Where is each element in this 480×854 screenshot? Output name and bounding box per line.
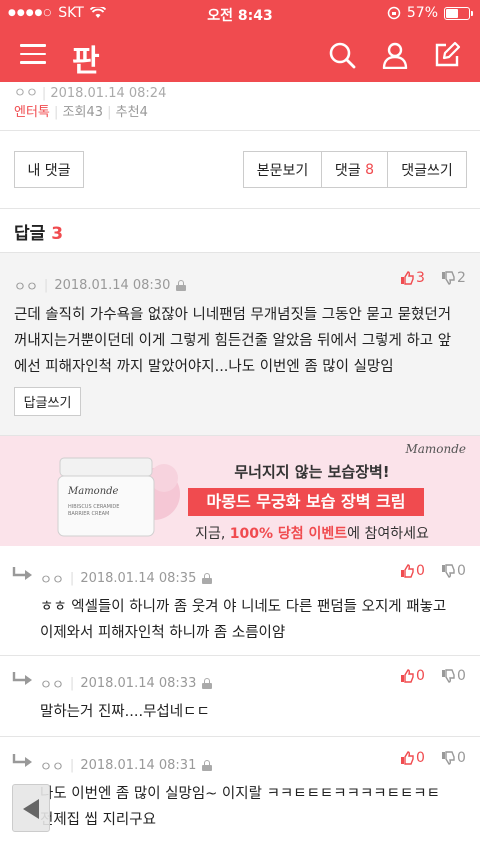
upvote-button[interactable]: 0 bbox=[400, 668, 425, 684]
downvote-button[interactable]: 2 bbox=[441, 270, 466, 286]
my-comments-button[interactable]: 내 댓글 bbox=[14, 151, 84, 188]
ad-line-1: 무너지지 않는 보습장벽! bbox=[234, 463, 390, 481]
ad-brand: Mamonde bbox=[405, 442, 466, 456]
best-comment: ㅇㅇ | 2018.01.14 08:30 3 2 근데 솔직히 가수욕을 없잖아 … bbox=[0, 252, 480, 436]
post-views: 조회43 bbox=[62, 105, 104, 120]
ad-banner[interactable]: Mamonde Mamonde HIBISCUS CERAMIDE BARRIE… bbox=[0, 436, 480, 546]
divider bbox=[0, 655, 480, 656]
lock-icon bbox=[202, 760, 213, 771]
divider bbox=[0, 130, 480, 131]
ad-line-2: 마몽드 무궁화 보습 장벽 크림 bbox=[188, 488, 424, 516]
search-icon[interactable] bbox=[328, 41, 356, 69]
post-category[interactable]: 엔터톡 bbox=[14, 105, 50, 120]
thumbs-up-icon bbox=[401, 669, 414, 683]
downvote-button[interactable]: 0 bbox=[441, 668, 466, 684]
downvote-button[interactable]: 0 bbox=[441, 750, 466, 766]
upvote-button[interactable]: 0 bbox=[400, 563, 425, 579]
post-stats: 엔터톡 | 조회43 | 추천4 bbox=[14, 105, 148, 120]
reply-body: ㅎㅎ 엑셀들이 하니까 좀 웃겨 야 니네도 다른 팬덤들 오지게 패놓고 이제… bbox=[40, 599, 447, 641]
post-meta: ㅇㅇ | 2018.01.14 08:24 bbox=[14, 86, 167, 101]
svg-text:HIBISCUS CERAMIDE: HIBISCUS CERAMIDE bbox=[68, 504, 119, 510]
reply-button[interactable]: 답글쓰기 bbox=[14, 387, 81, 416]
comments-tab-button[interactable]: 댓글 8 bbox=[321, 151, 388, 188]
thumbs-down-icon bbox=[442, 564, 455, 578]
svg-text:BARRIER CREAM: BARRIER CREAM bbox=[68, 511, 109, 517]
reply-meta: ㅇㅇ | 2018.01.14 08:31 bbox=[40, 756, 213, 775]
post-date: 2018.01.14 08:24 bbox=[50, 86, 167, 101]
divider bbox=[0, 208, 480, 209]
back-button[interactable] bbox=[12, 784, 50, 832]
battery-icon bbox=[444, 6, 473, 20]
comment-count: 8 bbox=[365, 161, 375, 178]
write-icon[interactable] bbox=[433, 41, 461, 69]
user-icon[interactable] bbox=[381, 41, 409, 69]
comment-author: ㅇㅇ bbox=[14, 280, 38, 295]
comment-date: 2018.01.14 08:30 bbox=[54, 278, 171, 293]
downvote-button[interactable]: 0 bbox=[441, 563, 466, 579]
post-recommends: 추천4 bbox=[115, 105, 148, 120]
post-author: ㅇㅇ bbox=[14, 86, 38, 101]
battery-percent: 57% bbox=[406, 5, 438, 21]
ad-line-3: 지금, 100% 당첨 이벤트에 참여하세요 bbox=[195, 526, 429, 542]
comment-body: 근데 솔직히 가수욕을 없잖아 니네팬덤 무개념짓들 그동안 묻고 묻혔던거 꺼… bbox=[14, 307, 452, 375]
lock-icon bbox=[176, 280, 187, 291]
app-header: 판 bbox=[0, 28, 480, 82]
reply-body: 나도 이번엔 좀 많이 실망임~ 이지랄 ㅋㅋㅌㅌㅌㅋㅋㅋㅋㅌㅌㅋㅌ 전제집 씹… bbox=[40, 786, 440, 828]
thumbs-up-icon bbox=[401, 564, 414, 578]
jar-brand: Mamonde bbox=[67, 486, 119, 497]
reply-meta: ㅇㅇ | 2018.01.14 08:33 bbox=[40, 674, 213, 693]
thumbs-up-icon bbox=[401, 271, 414, 285]
rotation-lock-icon bbox=[387, 6, 401, 20]
thumbs-up-icon bbox=[401, 751, 414, 765]
upvote-button[interactable]: 0 bbox=[400, 750, 425, 766]
thumbs-down-icon bbox=[442, 271, 455, 285]
divider bbox=[0, 736, 480, 737]
thumbs-down-icon bbox=[442, 751, 455, 765]
upvote-button[interactable]: 3 bbox=[400, 270, 425, 286]
comment-meta: ㅇㅇ | 2018.01.14 08:30 bbox=[14, 276, 187, 295]
write-comment-button[interactable]: 댓글쓰기 bbox=[387, 151, 467, 188]
reply-meta: ㅇㅇ | 2018.01.14 08:35 bbox=[40, 569, 213, 588]
reply-body: 말하는거 진짜....무섭네ㄷㄷ bbox=[40, 704, 210, 720]
view-post-button[interactable]: 본문보기 bbox=[243, 151, 322, 188]
cream-jar-image: Mamonde HIBISCUS CERAMIDE BARRIER CREAM bbox=[57, 457, 180, 537]
lock-icon bbox=[202, 678, 213, 689]
logo[interactable]: 판 bbox=[72, 36, 100, 80]
status-bar: ●●●●○ SKT 오전 8:43 57% bbox=[0, 0, 480, 28]
replies-title: 답글 3 bbox=[14, 224, 64, 244]
lock-icon bbox=[202, 573, 213, 584]
thumbs-down-icon bbox=[442, 669, 455, 683]
menu-icon[interactable] bbox=[20, 44, 46, 66]
reply-arrow-icon bbox=[12, 754, 32, 767]
reply-arrow-icon bbox=[12, 672, 32, 685]
reply-arrow-icon bbox=[12, 567, 32, 580]
